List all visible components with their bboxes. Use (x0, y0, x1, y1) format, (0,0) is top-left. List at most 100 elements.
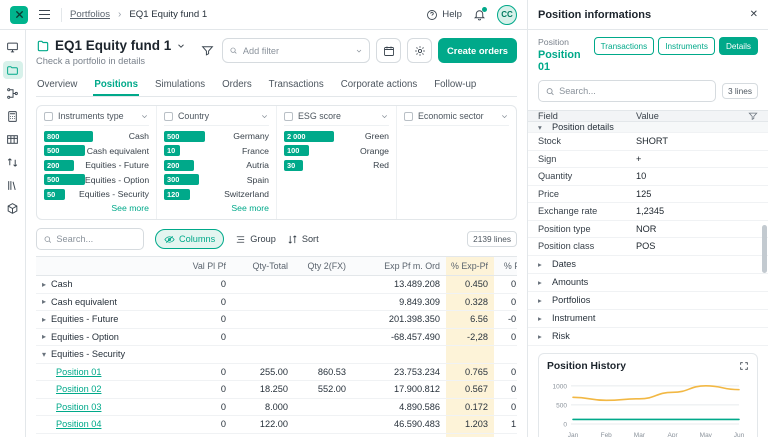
instruments-button[interactable]: Instruments (658, 37, 715, 55)
settings-button[interactable] (407, 38, 433, 63)
column-header[interactable]: Qty-Total (232, 257, 294, 275)
filter-bar-row[interactable]: 2 000 Green (284, 130, 389, 142)
field-column-header[interactable]: Field (538, 111, 636, 121)
filter-checkbox[interactable] (44, 111, 53, 121)
tab-transactions[interactable]: Transactions (268, 73, 325, 96)
position-link[interactable]: Position 01 (56, 367, 101, 377)
section-dates[interactable]: ▸ Dates (528, 256, 768, 274)
filter-bar-row[interactable]: 300 Spain (164, 174, 269, 186)
menu-icon[interactable] (36, 7, 53, 23)
filter-bar-row[interactable]: 800 Cash (44, 130, 149, 142)
filter-bar-row[interactable]: 500 Cash equivalent (44, 145, 149, 157)
table-search[interactable] (36, 228, 144, 250)
position-link[interactable]: Position 04 (56, 419, 101, 429)
transactions-button[interactable]: Transactions (593, 37, 655, 55)
calendar-button[interactable] (376, 38, 402, 63)
section-position-details[interactable]: ▾ Position details (528, 122, 768, 133)
tab-simulations[interactable]: Simulations (154, 73, 206, 96)
see-more-link[interactable]: See more (164, 203, 269, 213)
table-cell: 0 (220, 366, 226, 377)
chevron-down-icon[interactable]: ▾ (42, 350, 51, 359)
filter-bar-label: Autria (246, 160, 269, 170)
section-instrument[interactable]: ▸ Instrument (528, 310, 768, 328)
tab-overview[interactable]: Overview (36, 73, 78, 96)
chevron-down-icon[interactable] (260, 112, 269, 121)
filter-checkbox[interactable] (164, 111, 173, 121)
filter-checkbox[interactable] (404, 111, 413, 121)
column-header[interactable]: Exp Pf m. Ord (352, 257, 446, 275)
close-icon[interactable]: ✕ (750, 9, 758, 20)
filter-bar-row[interactable]: 120 Switzerland (164, 188, 269, 200)
chevron-right-icon[interactable]: ▸ (42, 315, 51, 324)
filter-checkbox[interactable] (284, 111, 293, 121)
transfers-icon[interactable] (3, 153, 23, 171)
filter-bar-label: Cash (128, 131, 149, 141)
filter-bar-row[interactable]: 500 Equities - Option (44, 174, 149, 186)
tab-corporate-actions[interactable]: Corporate actions (340, 73, 418, 96)
columns-button[interactable]: Columns (155, 229, 225, 249)
notifications-bell-icon[interactable] (473, 7, 487, 21)
filter-bar-row[interactable]: 200 Equities - Future (44, 159, 149, 171)
filter-bar-row[interactable]: 100 Orange (284, 145, 389, 157)
chevron-down-icon[interactable] (380, 112, 389, 121)
chevron-down-icon[interactable] (176, 41, 186, 51)
create-orders-button[interactable]: Create orders (438, 38, 517, 63)
column-header[interactable]: Qty 2(FX) (294, 257, 352, 275)
sort-button[interactable]: Sort (287, 234, 319, 245)
tab-follow-up[interactable]: Follow-up (433, 73, 477, 96)
section-amounts[interactable]: ▸ Amounts (528, 274, 768, 292)
tab-bar: Overview Positions Simulations Orders Transa… (36, 73, 517, 97)
column-header[interactable]: % Exp-Pf (446, 257, 494, 275)
breadcrumb-portfolios[interactable]: Portfolios (70, 9, 110, 20)
see-more-link[interactable]: See more (44, 203, 149, 213)
panel-scrollbar-thumb[interactable] (762, 225, 767, 273)
column-header[interactable]: % Pf lst (494, 257, 517, 275)
filter-bar-row[interactable]: 500 Germany (164, 130, 269, 142)
add-filter-input[interactable] (222, 38, 371, 63)
hierarchy-icon[interactable] (3, 84, 23, 102)
value-column-header[interactable]: Value (636, 111, 659, 121)
dashboard-icon[interactable] (3, 38, 23, 56)
section-portfolios[interactable]: ▸ Portfolios (528, 292, 768, 310)
table-cell (294, 311, 352, 328)
section-risk[interactable]: ▸ Risk (528, 328, 768, 346)
filter-funnel-icon[interactable] (199, 42, 216, 59)
modules-icon[interactable] (3, 199, 23, 217)
group-button[interactable]: Group (235, 234, 276, 245)
calculator-icon[interactable] (3, 107, 23, 125)
panel-search[interactable] (538, 80, 717, 102)
help-button[interactable]: Help (426, 9, 462, 21)
table-search-field[interactable] (56, 234, 137, 244)
panel-search-field[interactable] (559, 86, 710, 96)
chevron-right-icon[interactable]: ▸ (42, 297, 51, 306)
filter-panel-esg-score: ESG score 2 000 Green 100 Orange 30 Red (276, 106, 396, 219)
table-cell: -0,051 (507, 314, 517, 325)
data-grid-icon[interactable] (3, 130, 23, 148)
position-link[interactable]: Position 03 (56, 402, 101, 412)
app-logo-icon[interactable] (10, 5, 28, 24)
filter-bar-row[interactable]: 50 Equities - Security (44, 188, 149, 200)
column-header[interactable]: Val Pl Pf (172, 257, 232, 275)
chevron-down-icon[interactable] (140, 112, 149, 121)
portfolios-icon[interactable] (2, 61, 23, 79)
chevron-right-icon[interactable]: ▸ (42, 332, 51, 341)
chevron-right-icon[interactable]: ▸ (42, 280, 51, 289)
avatar[interactable]: CC (497, 4, 517, 25)
details-button[interactable]: Details (718, 37, 758, 55)
filter-bar-row[interactable]: 30 Red (284, 159, 389, 171)
chevron-down-icon[interactable] (500, 112, 509, 121)
add-filter-field[interactable] (242, 45, 351, 56)
filter-bar-row[interactable]: 200 Autria (164, 159, 269, 171)
row-name-cell: Position 03 (36, 399, 172, 416)
chevron-down-icon[interactable] (355, 46, 363, 56)
row-name-cell: Position 04 (36, 416, 172, 433)
tab-positions[interactable]: Positions (93, 73, 139, 96)
library-icon[interactable] (3, 176, 23, 194)
tab-orders[interactable]: Orders (221, 73, 253, 96)
position-link[interactable]: Position 02 (56, 384, 101, 394)
filter-bar-row[interactable]: 10 France (164, 145, 269, 157)
filter-bar: 30 (284, 159, 303, 171)
filter-funnel-icon[interactable] (748, 111, 758, 121)
group-label: Group (250, 234, 276, 244)
expand-icon[interactable] (739, 361, 749, 371)
